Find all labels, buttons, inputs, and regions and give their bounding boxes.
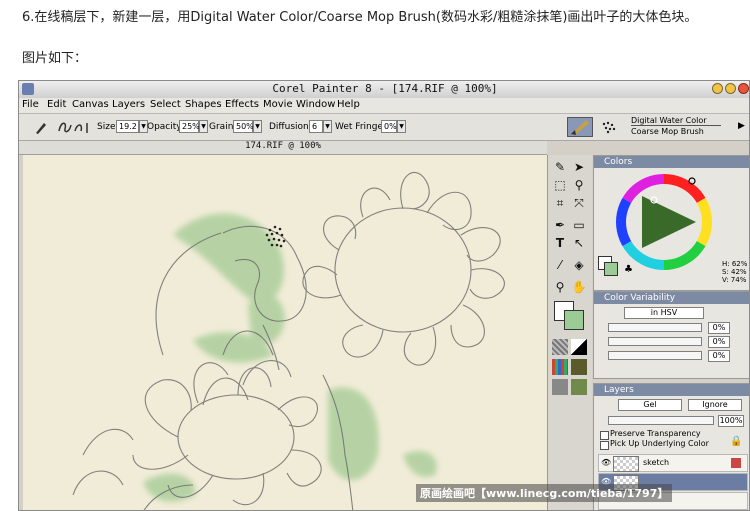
nozzle-selector-icon[interactable] [571,379,587,395]
document-title: 174.RIF @ 100% [245,141,321,151]
value-variability-value[interactable]: 0% [708,350,730,362]
shape-select-icon[interactable]: ↖ [571,235,587,251]
brush-variant-selector[interactable]: Coarse Mop Brush [631,127,704,136]
color-wheel[interactable] [614,172,714,272]
colors-panel-title: Colors [604,157,633,167]
menu-canvas[interactable]: Canvas [72,99,109,110]
dropper-icon[interactable]: ⁄ [552,257,568,273]
pen-icon[interactable]: ✒ [552,217,568,233]
menu-layers[interactable]: Layers [112,99,145,110]
grain-dropdown-icon[interactable]: ▼ [253,120,262,133]
magnifier-icon[interactable]: ⚲ [552,279,568,295]
magic-wand-icon[interactable]: ⚲ [571,177,587,193]
menu-effects[interactable]: Effects [225,99,259,110]
maximize-button[interactable] [725,83,736,94]
saturation-variability-slider[interactable] [608,337,702,346]
crop-icon[interactable]: ⌗ [552,195,568,211]
layer-opacity-value[interactable]: 100% [718,415,744,427]
menu-file[interactable]: File [22,99,39,110]
arrow-select-icon[interactable]: ➤ [571,159,587,175]
saturation-readout: S: 42% [722,268,747,276]
pattern-selector-icon[interactable] [552,359,568,375]
layer-opacity-slider[interactable] [608,416,714,425]
eye-icon[interactable]: 👁 [601,458,611,467]
pick-up-underlying-checkbox[interactable] [600,441,609,450]
property-bar: Size: 19.2 ▼ Opacity: 25% ▼ Grain: 50% ▼… [19,114,749,141]
color-variability-panel: Color Variability in HSV 0% 0% 0% [593,291,749,379]
opacity-field[interactable]: 25% [179,120,200,133]
wet-fringe-label: Wet Fringe: [335,122,387,132]
painter-window: Corel Painter 8 - [174.RIF @ 100%] File … [18,80,750,511]
lock-icon[interactable]: 🔒 [730,436,742,447]
colors-panel-header[interactable]: Colors [594,156,749,168]
toolbox: ✎ ➤ ⬚ ⚲ ⌗ ⤧ ✒ ▭ T ↖ ⁄ ◈ ⚲ ✋ [547,155,592,510]
brush-tool-icon[interactable]: ✎ [552,159,568,175]
image-caption: 图片如下： [22,51,88,66]
hue-readout: H: 62% [722,260,748,268]
title-bar: Corel Painter 8 - [174.RIF @ 100%] [19,81,749,99]
clone-color-icon[interactable]: ♣ [624,264,633,275]
layers-panel-title: Layers [604,385,634,395]
preserve-transparency-checkbox[interactable] [600,431,609,440]
instruction-heading: 6.在线稿层下，新建一层，用Digital Water Color/Coarse… [22,10,698,25]
drawing-canvas[interactable] [23,155,547,510]
diffusion-dropdown-icon[interactable]: ▼ [323,120,332,133]
layer-name: sketch [643,458,670,467]
hue-variability-value[interactable]: 0% [708,322,730,334]
color-variability-header[interactable]: Color Variability [594,292,749,304]
variability-mode-select[interactable]: in HSV [624,307,704,319]
composite-depth-select[interactable]: Ignore [688,399,742,411]
stroke-type-icon[interactable] [57,119,93,135]
saturation-variability-value[interactable]: 0% [708,336,730,348]
gradient-selector-icon[interactable] [571,339,587,355]
close-button[interactable] [738,83,749,94]
property-bar-arrow-icon[interactable]: ▶ [738,121,745,131]
menu-movie[interactable]: Movie [263,99,293,110]
wet-fringe-field[interactable]: 0% [381,120,397,133]
layer-row-sketch[interactable]: 👁 sketch [598,454,748,472]
menu-edit[interactable]: Edit [47,99,66,110]
grain-field[interactable]: 50% [233,120,254,133]
diffusion-field[interactable]: 6 [309,120,323,133]
paper-selector-icon[interactable] [552,339,568,355]
hue-variability-slider[interactable] [608,323,702,332]
value-readout: V: 74% [722,276,747,284]
menu-select[interactable]: Select [150,99,181,110]
brush-tool-icon[interactable] [33,119,49,135]
brush-category-selector[interactable]: Digital Water Color [631,116,721,126]
color-variability-title: Color Variability [604,293,676,303]
window-title: Corel Painter 8 - [174.RIF @ 100%] [272,82,498,95]
colors-main-swatch[interactable] [604,262,618,276]
composite-method-select[interactable]: Gel [618,399,682,411]
menu-bar: File Edit Canvas Layers Select Shapes Ef… [19,98,749,114]
opacity-dropdown-icon[interactable]: ▼ [199,120,208,133]
look-selector-icon[interactable] [552,379,568,395]
rectangle-icon[interactable]: ▭ [571,217,587,233]
grabber-icon[interactable]: ✋ [571,279,587,295]
menu-help[interactable]: Help [337,99,360,110]
main-color-swatch[interactable] [564,310,584,330]
minimize-button[interactable] [712,83,723,94]
value-variability-slider[interactable] [608,351,702,360]
brush-category-icon[interactable] [567,117,593,137]
layers-panel-header[interactable]: Layers [594,384,749,396]
layer-type-icon [731,458,741,468]
text-icon[interactable]: T [552,235,568,251]
document-title-bar: 174.RIF @ 100% [19,141,547,155]
paint-bucket-icon[interactable]: ◈ [571,257,587,273]
weaving-selector-icon[interactable] [571,359,587,375]
layer-thumbnail [613,456,639,472]
colors-panel: Colors ♣ H: 62% S: 42% V: 74% [593,155,749,291]
layer-adjust-icon[interactable]: ⤧ [571,195,587,211]
menu-window[interactable]: Window [296,99,335,110]
preserve-transparency-label: Preserve Transparency [610,429,701,438]
watermark: 原画绘画吧【www.linecg.com/tieba/1797】 [416,484,673,502]
brush-variant-icon[interactable] [599,119,621,135]
menu-shapes[interactable]: Shapes [185,99,222,110]
pick-up-underlying-label: Pick Up Underlying Color [610,439,709,448]
wet-fringe-dropdown-icon[interactable]: ▼ [397,120,406,133]
rect-select-icon[interactable]: ⬚ [552,177,568,193]
size-field[interactable]: 19.2 [116,120,139,133]
diffusion-label: Diffusion: [269,122,312,132]
